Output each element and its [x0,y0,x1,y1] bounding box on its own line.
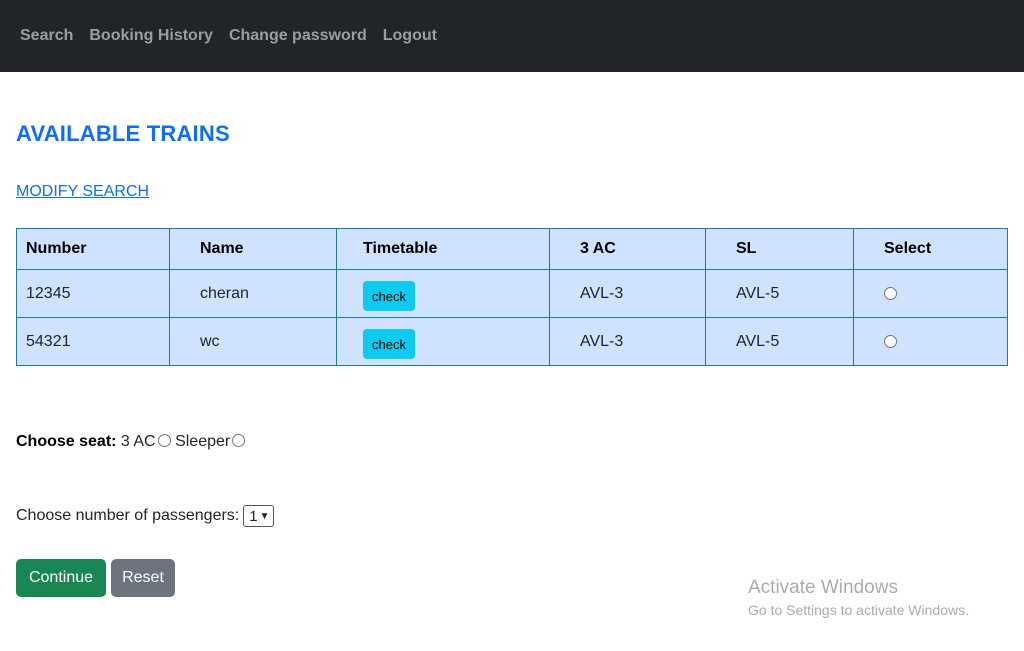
seat-option-sleeper-label: Sleeper [175,433,231,450]
nav-logout-link[interactable]: Logout [383,27,437,45]
header-name: Name [169,228,337,270]
header-number: Number [16,228,170,270]
nav-search-link[interactable]: Search [20,27,73,45]
top-navbar: Search Booking History Change password L… [0,0,1024,72]
watermark-title: Activate Windows [748,577,898,598]
nav-change-password-link[interactable]: Change password [229,27,367,45]
continue-button[interactable]: Continue [16,559,106,597]
select-cell [853,269,1008,318]
check-timetable-button[interactable]: check [363,328,415,359]
watermark-subtitle: Go to Settings to activate Windows. [748,602,969,618]
train-number: 54321 [16,317,170,366]
table-header-row: Number Name Timetable 3 AC SL Select [16,228,1008,270]
activate-windows-watermark: Activate Windows Go to Settings to activ… [748,577,969,618]
header-3ac: 3 AC [549,228,706,270]
check-timetable-button[interactable]: check [363,280,415,311]
table-row: 54321 wc check AVL-3 AVL-5 [16,317,1008,366]
nav-booking-history-link[interactable]: Booking History [89,27,213,45]
availability-sl: AVL-5 [705,269,854,318]
modify-search-link[interactable]: MODIFY SEARCH [16,183,149,201]
timetable-cell: check [336,317,550,366]
select-train-radio[interactable] [884,334,897,348]
availability-3ac: AVL-3 [549,269,706,318]
table-row: 12345 cheran check AVL-3 AVL-5 [16,269,1008,318]
train-name: cheran [169,269,337,318]
header-select: Select [853,228,1008,270]
timetable-cell: check [336,269,550,318]
train-number: 12345 [16,269,170,318]
chevron-down-icon: ▼ [259,510,270,522]
seat-label: Choose seat: [16,433,117,450]
trains-table: Number Name Timetable 3 AC SL Select 123… [16,228,1008,366]
header-timetable: Timetable [336,228,550,270]
select-train-radio[interactable] [884,286,897,300]
select-cell [853,317,1008,366]
page-title: AVAILABLE TRAINS [16,121,230,146]
seat-sleeper-radio[interactable] [232,433,246,447]
passengers-row: Choose number of passengers: 1 ▼ [16,505,274,527]
passengers-selected-value: 1 [249,507,258,525]
seat-3ac-radio[interactable] [157,433,171,447]
reset-button[interactable]: Reset [111,559,175,597]
header-sl: SL [705,228,854,270]
passengers-select[interactable]: 1 ▼ [243,505,274,527]
seat-option-3ac-label: 3 AC [120,433,156,450]
train-name: wc [169,317,337,366]
seat-choice-row: Choose seat: 3 AC Sleeper [16,433,246,451]
availability-3ac: AVL-3 [549,317,706,366]
availability-sl: AVL-5 [705,317,854,366]
passengers-label: Choose number of passengers: [16,507,240,524]
